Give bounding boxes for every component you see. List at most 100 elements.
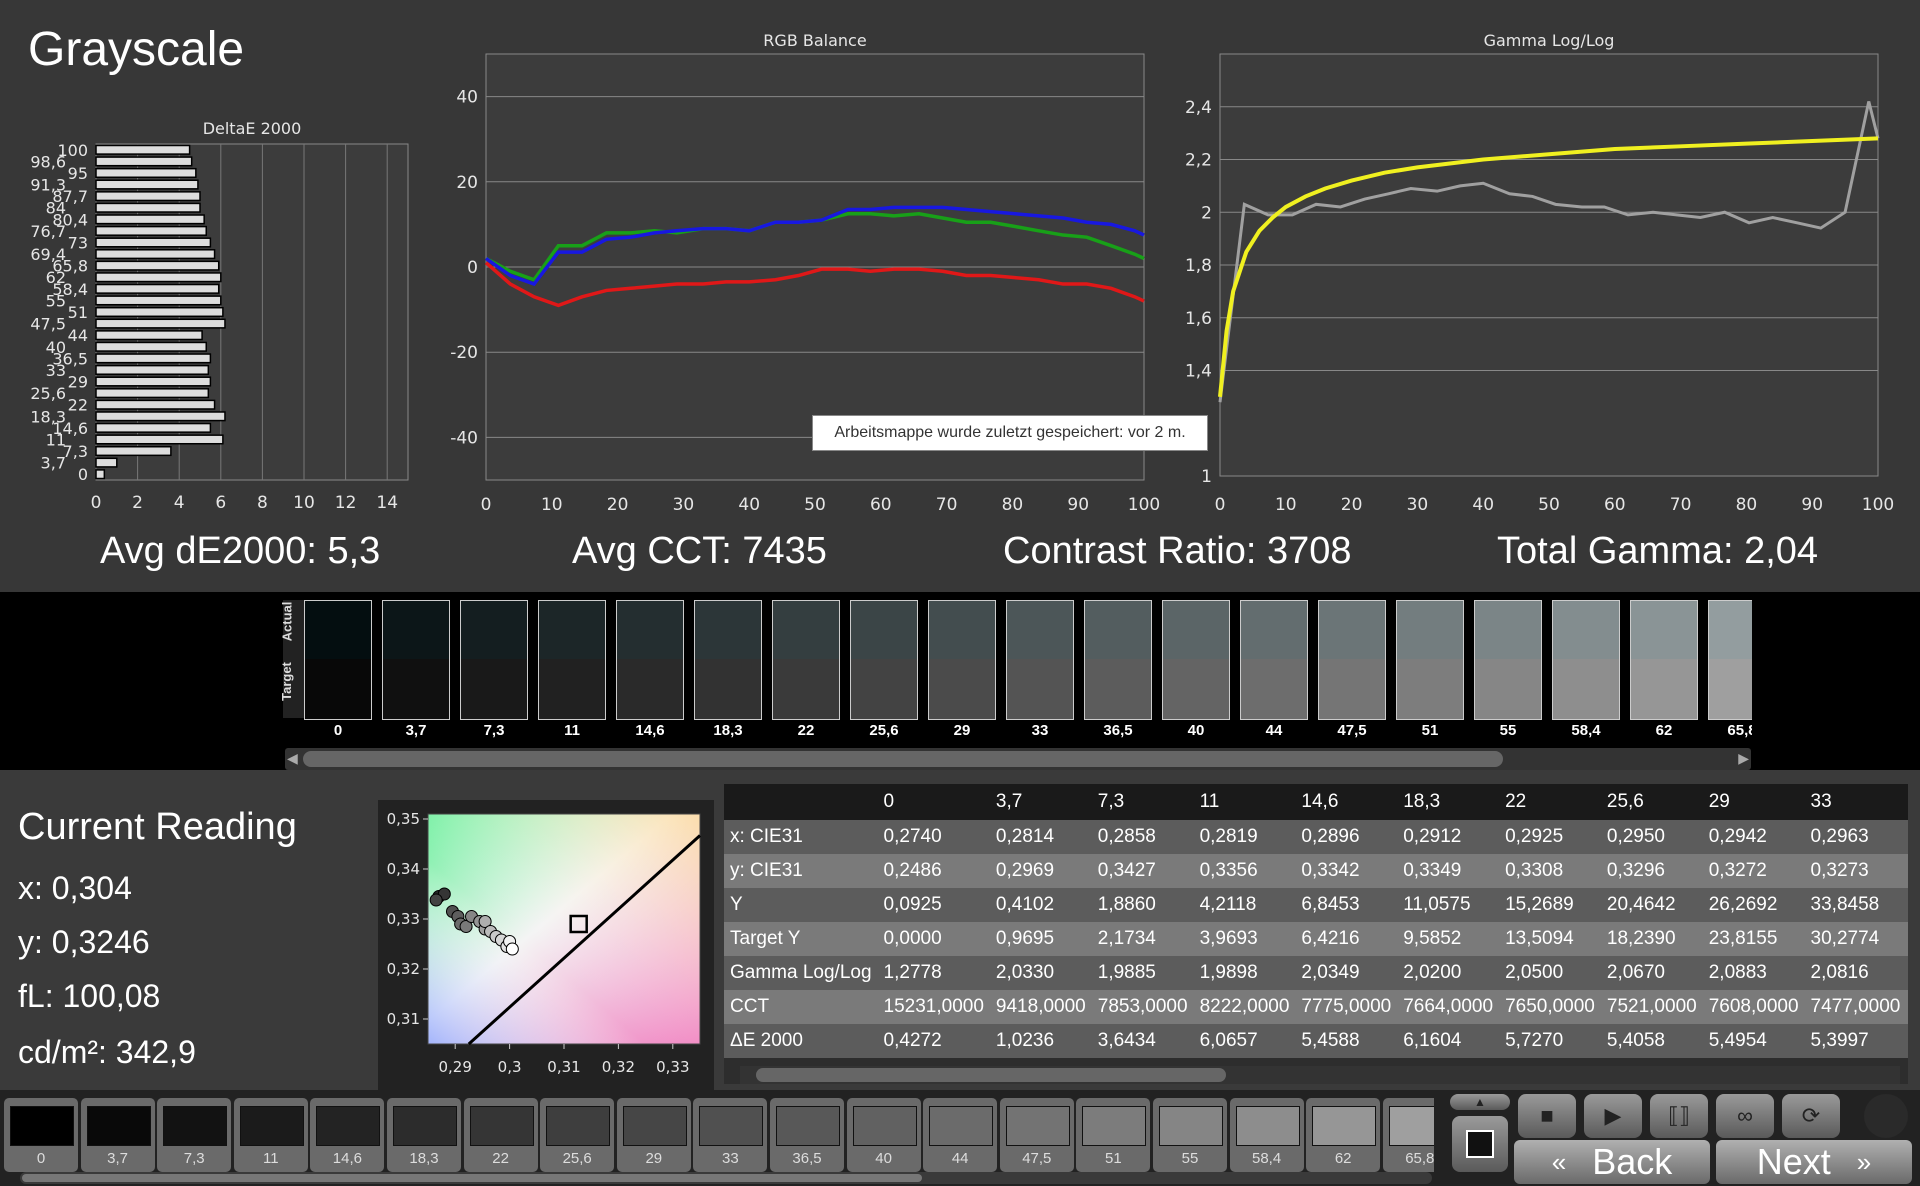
patch-button[interactable]: 3,7	[80, 1098, 155, 1172]
patch-button[interactable]: 25,6	[540, 1098, 615, 1172]
status-indicator	[1864, 1094, 1908, 1138]
play-button[interactable]: ▶	[1584, 1094, 1642, 1138]
target-patch	[1085, 659, 1151, 719]
patch-button[interactable]: 0	[4, 1098, 78, 1172]
patch-button[interactable]: 7,3	[157, 1098, 232, 1172]
target-patch	[1709, 659, 1752, 719]
x-tick-label: 60	[870, 495, 892, 515]
chart-title: DeltaE 2000	[203, 119, 302, 138]
table-cell: 2,0670	[1600, 956, 1703, 990]
table-row: ΔE 2000 0,4272 1,0236 3,6434 6,0657 5,4588 6,1…	[724, 1024, 1908, 1058]
patch-scrollbar[interactable]	[20, 1172, 1432, 1184]
table-cell: 0,3349	[1397, 854, 1500, 888]
table-scroll-thumb[interactable]	[756, 1068, 1226, 1082]
table-cell: 1,9885	[1091, 956, 1194, 990]
patch-button[interactable]: 14,6	[310, 1098, 385, 1172]
up-arrow-button[interactable]: ▲	[1450, 1094, 1510, 1110]
patch-button[interactable]: 55	[1153, 1098, 1227, 1172]
patch-button[interactable]: 44	[923, 1098, 998, 1172]
table-scrollbar[interactable]	[740, 1066, 1900, 1084]
patch-button[interactable]: 11	[233, 1098, 308, 1172]
cie-chart: 0,35 0,34 0,33 0,32 0,31 0,29 0,3 0,31 0,32 0,33	[378, 800, 714, 1090]
patch-button[interactable]: 29	[616, 1098, 691, 1172]
stop-button[interactable]: ■	[1518, 1094, 1576, 1138]
back-button[interactable]: « Back	[1514, 1140, 1710, 1184]
patch-button[interactable]: 40	[846, 1098, 921, 1172]
grayscale-swatch	[1006, 600, 1074, 720]
x-tick-label: 80	[1736, 495, 1758, 515]
patch-label: 0	[36, 1150, 46, 1167]
y-tick-label: 76,7	[30, 222, 66, 241]
y-tick-label: -20	[450, 343, 478, 363]
target-patch	[695, 659, 761, 719]
patch-label: 65,8	[1405, 1150, 1434, 1167]
de-bar	[95, 411, 226, 422]
patch-button[interactable]: 47,5	[999, 1098, 1074, 1172]
scroll-right-icon[interactable]: ▶	[1738, 750, 1749, 767]
table-cell: 1,0236	[989, 1024, 1092, 1058]
range-button[interactable]: ⟦⟧	[1650, 1094, 1708, 1138]
grayscale-swatch	[928, 600, 996, 720]
patch-fill	[1005, 1106, 1070, 1146]
next-button[interactable]: Next »	[1716, 1140, 1912, 1184]
swatch-level-label: 36,5	[1103, 722, 1133, 739]
row-label: Target Y	[724, 922, 878, 956]
patch-button[interactable]: 18,3	[387, 1098, 461, 1172]
range-icon: ⟦⟧	[1668, 1103, 1690, 1128]
loop-button[interactable]: ∞	[1716, 1094, 1774, 1138]
reading-y: y: 0,3246	[18, 924, 150, 960]
table-cell: 0,0925	[877, 888, 990, 922]
page-title: Grayscale	[28, 23, 245, 76]
patch-button[interactable]: 22	[463, 1098, 538, 1172]
scroll-left-icon[interactable]: ◀	[287, 750, 298, 767]
grayscale-swatch	[1708, 600, 1752, 720]
y-tick-label: 95	[68, 164, 88, 183]
patch-label: 44	[951, 1150, 969, 1167]
patch-button[interactable]: 65,8	[1382, 1098, 1434, 1172]
patch-fill	[1082, 1106, 1147, 1146]
patch-button[interactable]: 51	[1076, 1098, 1151, 1172]
table-row: x: CIE31 0,2740 0,2814 0,2858 0,2819 0,2896 0,…	[724, 820, 1908, 854]
de-bar	[95, 156, 193, 167]
stop-square-button[interactable]	[1452, 1116, 1508, 1172]
table-row: Target Y 0,0000 0,9695 2,1734 3,9693 6,4216 9,…	[724, 922, 1908, 956]
y-tick-label: 33	[46, 361, 66, 380]
target-label: Target	[278, 662, 294, 701]
y-tick-label: 73	[68, 233, 88, 252]
table-cell: 2,0330	[989, 956, 1092, 990]
table-cell: 2,096	[1906, 956, 1908, 990]
patch-button[interactable]: 33	[693, 1098, 768, 1172]
table-row: CCT 15231,0000 9418,0000 7853,0000 8222,0000…	[724, 990, 1908, 1024]
chart-title: Gamma Log/Log	[1484, 31, 1615, 50]
table-cell: 0,2740	[877, 820, 990, 854]
back-chevron-icon: «	[1551, 1146, 1567, 1177]
swatch-scroll-thumb[interactable]	[303, 751, 1503, 767]
patch-label: 29	[645, 1150, 663, 1167]
x-tick-label: 70	[936, 495, 958, 515]
table-cell: 0,2963	[1804, 820, 1907, 854]
grayscale-swatch	[1318, 600, 1386, 720]
contrast-ratio-stat: Contrast Ratio: 3708	[1003, 530, 1352, 572]
patch-scroll-thumb[interactable]	[22, 1174, 922, 1182]
bottom-bar: 0 3,7 7,3 11 14,6 18,3 22 25,6 29 33 36,5 40 44 47,5 5…	[0, 1090, 1920, 1186]
swatch-level-label: 7,3	[483, 722, 505, 739]
patch-button[interactable]: 58,4	[1229, 1098, 1304, 1172]
swatch-scrollbar[interactable]: ◀ ▶	[285, 748, 1751, 770]
patch-button[interactable]: 62	[1306, 1098, 1381, 1172]
target-patch	[929, 659, 995, 719]
de-bar	[95, 167, 197, 179]
table-cell: 5,3997	[1804, 1024, 1907, 1058]
y-tick-label: 7,3	[63, 442, 88, 461]
target-patch	[1475, 659, 1541, 719]
patch-button[interactable]: 36,5	[770, 1098, 844, 1172]
table-cell: 0,2912	[1397, 820, 1500, 854]
square-icon	[1466, 1130, 1494, 1158]
de-bar	[95, 225, 207, 236]
actual-label: Actual	[279, 601, 295, 642]
avg-cct-stat: Avg CCT: 7435	[572, 530, 827, 572]
row-label: x: CIE31	[724, 820, 878, 854]
x-tick-label: 0,33	[656, 1058, 689, 1076]
refresh-button[interactable]: ⟳	[1782, 1094, 1840, 1138]
patch-fill	[1388, 1106, 1434, 1146]
patch-label: 18,3	[409, 1150, 439, 1167]
